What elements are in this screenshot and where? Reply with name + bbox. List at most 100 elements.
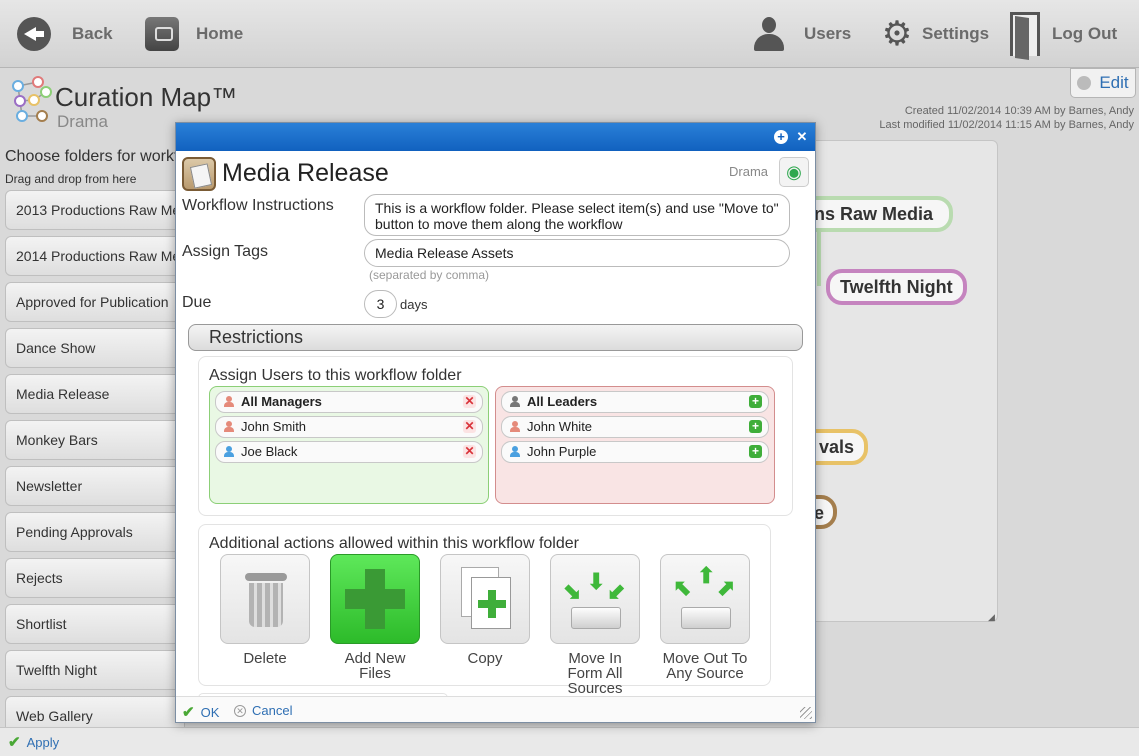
folder-item[interactable]: Dance Show [5, 328, 185, 368]
add-new-files-tile [330, 554, 420, 644]
copy-action-toggle[interactable]: Copy [440, 554, 530, 666]
assign-users-title: Assign Users to this workflow folder [209, 367, 462, 384]
gear-icon: ⚙ [881, 15, 913, 53]
tags-input[interactable]: Media Release Assets [364, 239, 790, 267]
due-days-input[interactable]: 3 [364, 290, 397, 318]
folder-type-icon [182, 157, 216, 191]
ok-button[interactable]: ✔ OK [182, 703, 219, 721]
user-icon [752, 17, 786, 51]
apply-button[interactable]: ✔ Apply [8, 733, 59, 751]
dialog-titlebar[interactable]: + ✕ [176, 123, 815, 151]
user-icon [510, 446, 520, 457]
move-in-tile: ⬇ ⬊ ⬋ [550, 554, 640, 644]
maximize-icon[interactable]: + [774, 130, 788, 144]
back-button[interactable]: Back [17, 12, 113, 56]
home-button[interactable]: Home [145, 12, 243, 56]
remove-icon[interactable]: ✕ [463, 420, 476, 433]
folder-item[interactable]: Shortlist [5, 604, 185, 644]
map-node-raw-media[interactable]: ns Raw Media [800, 196, 953, 232]
dialog-footer: ✔ OK ✕ Cancel [176, 696, 815, 722]
available-user-item[interactable]: John White + [501, 416, 769, 438]
document-plus-icon [471, 577, 511, 629]
user-icon [224, 446, 234, 457]
folder-item[interactable]: 2014 Productions Raw Media [5, 236, 185, 276]
move-out-tile: ⬆ ⬉ ⬈ [660, 554, 750, 644]
arrow-out-left-icon: ⬉ [673, 575, 692, 600]
map-node-twelfth-night[interactable]: Twelfth Night [826, 269, 967, 305]
actions-title: Additional actions allowed within this w… [209, 535, 579, 552]
arrow-in-left-icon: ⬊ [563, 579, 582, 604]
trash-icon [245, 573, 287, 627]
move-in-action-label: Move In Form All Sources [567, 650, 623, 697]
check-icon: ✔ [8, 734, 21, 751]
delete-tile [220, 554, 310, 644]
created-date: 11/02/2014 10:39 AM [947, 105, 1051, 117]
move-in-action-toggle[interactable]: ⬇ ⬊ ⬋ Move In Form All Sources [550, 554, 640, 696]
close-icon[interactable]: ✕ [795, 130, 809, 144]
user-icon [224, 421, 234, 432]
folder-item[interactable]: 2013 Productions Raw Media [5, 190, 185, 230]
assigned-user-item[interactable]: John Smith ✕ [215, 416, 483, 438]
add-new-files-action-toggle[interactable]: Add New Files [330, 554, 420, 681]
available-user-item[interactable]: All Leaders + [501, 391, 769, 413]
move-out-action-label: Move Out To Any Source [662, 650, 748, 682]
folder-item[interactable]: Rejects [5, 558, 185, 598]
folder-item[interactable]: Pending Approvals [5, 512, 185, 552]
workflow-folder-dialog: + ✕ Media Release Drama ◉ Workflow Instr… [175, 122, 816, 723]
available-users-list[interactable]: All Leaders + John White + John Purple + [495, 386, 775, 504]
assigned-user-item[interactable]: Joe Black ✕ [215, 441, 483, 463]
remove-icon[interactable]: ✕ [463, 445, 476, 458]
move-out-action-toggle[interactable]: ⬆ ⬉ ⬈ Move Out To Any Source [660, 554, 750, 681]
folder-item[interactable]: Monkey Bars [5, 420, 185, 460]
tags-hint: (separated by comma) [369, 268, 490, 282]
logout-button[interactable]: Log Out [1010, 12, 1117, 56]
add-icon[interactable]: + [749, 445, 762, 458]
assigned-users-list[interactable]: All Managers ✕ John Smith ✕ Joe Black ✕ [209, 386, 489, 504]
folder-item[interactable]: Twelfth Night [5, 650, 185, 690]
home-icon [145, 17, 179, 51]
tags-label: Assign Tags [182, 243, 268, 260]
edit-button[interactable]: Edit [1070, 68, 1136, 98]
settings-button[interactable]: ⚙ Settings [880, 12, 989, 56]
dialog-title: Media Release [222, 159, 389, 187]
node-connector [817, 228, 821, 286]
dialog-category: Drama [729, 164, 769, 179]
plus-icon [345, 569, 405, 629]
add-new-files-action-label: Add New Files [344, 650, 406, 682]
folder-item[interactable]: Approved for Publication [5, 282, 185, 322]
users-label: Users [804, 24, 852, 43]
assigned-user-item[interactable]: All Managers ✕ [215, 391, 483, 413]
add-icon[interactable]: + [749, 395, 762, 408]
due-label: Due [182, 294, 212, 311]
due-unit: days [400, 297, 428, 312]
users-button[interactable]: Users [752, 12, 851, 56]
wrench-icon [1077, 76, 1092, 90]
resize-handle-icon[interactable]: ◢ [988, 612, 995, 623]
remove-icon[interactable]: ✕ [463, 395, 476, 408]
workflow-eye-icon[interactable]: ◉ [779, 157, 809, 187]
dialog-resize-grip-icon[interactable] [800, 707, 812, 719]
back-label: Back [72, 24, 113, 43]
available-user-item[interactable]: John Purple + [501, 441, 769, 463]
map-name: Drama [57, 112, 109, 131]
top-toolbar: Back Home Users ⚙ Settings Log Out [0, 0, 1139, 68]
modified-by: by Barnes, Andy [1053, 119, 1134, 131]
arrow-out-right-icon: ⬈ [717, 575, 736, 600]
user-name: John Smith [241, 419, 307, 434]
delete-action-toggle[interactable]: Delete [220, 554, 310, 666]
ok-label: OK [200, 704, 220, 720]
modified-label: Last modified [879, 119, 945, 131]
add-icon[interactable]: + [749, 420, 762, 433]
folder-item[interactable]: Newsletter [5, 466, 185, 506]
user-name: John White [527, 419, 593, 434]
tray-icon [571, 607, 621, 629]
cancel-button[interactable]: ✕ Cancel [234, 703, 292, 718]
instructions-textarea[interactable]: This is a workflow folder. Please select… [364, 194, 790, 236]
folder-item[interactable]: Media Release [5, 374, 185, 414]
restrictions-section-header[interactable]: Restrictions [188, 324, 803, 351]
copy-tile [440, 554, 530, 644]
door-icon [1010, 12, 1040, 56]
arrow-down-icon: ⬇ [587, 569, 606, 594]
check-icon: ✔ [182, 704, 195, 721]
edit-label: Edit [1099, 73, 1129, 92]
